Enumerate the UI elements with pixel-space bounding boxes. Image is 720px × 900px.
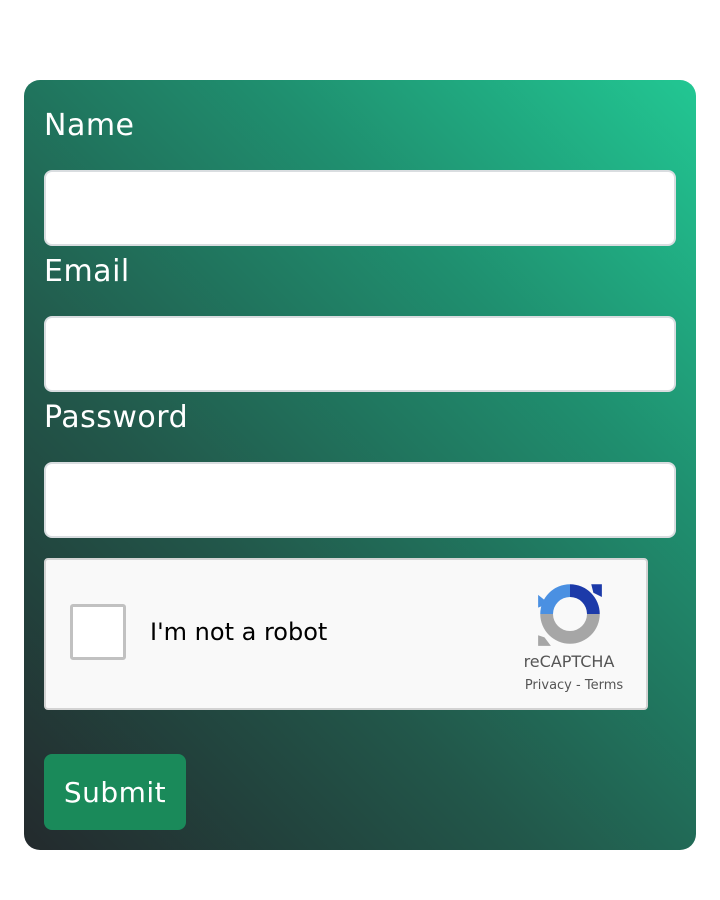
password-input[interactable] xyxy=(44,462,676,538)
password-label: Password xyxy=(44,400,189,435)
recaptcha-links: Privacy - Terms xyxy=(496,678,652,693)
recaptcha-checkbox[interactable] xyxy=(70,604,126,660)
recaptcha-label: I'm not a robot xyxy=(150,618,328,646)
privacy-link[interactable]: Privacy xyxy=(525,678,572,693)
recaptcha-logo-icon xyxy=(538,584,602,646)
email-input[interactable] xyxy=(44,316,676,392)
form-card: Name Email Password I'm not a robot reCA… xyxy=(24,80,696,850)
name-label: Name xyxy=(44,108,135,143)
terms-link[interactable]: Terms xyxy=(585,678,623,693)
links-separator: - xyxy=(576,678,581,693)
submit-button[interactable]: Submit xyxy=(44,754,186,830)
name-input[interactable] xyxy=(44,170,676,246)
recaptcha-widget: I'm not a robot reCAPTCHA Privacy - Term… xyxy=(44,558,648,710)
recaptcha-brand: reCAPTCHA xyxy=(523,652,615,671)
email-label: Email xyxy=(44,254,130,289)
